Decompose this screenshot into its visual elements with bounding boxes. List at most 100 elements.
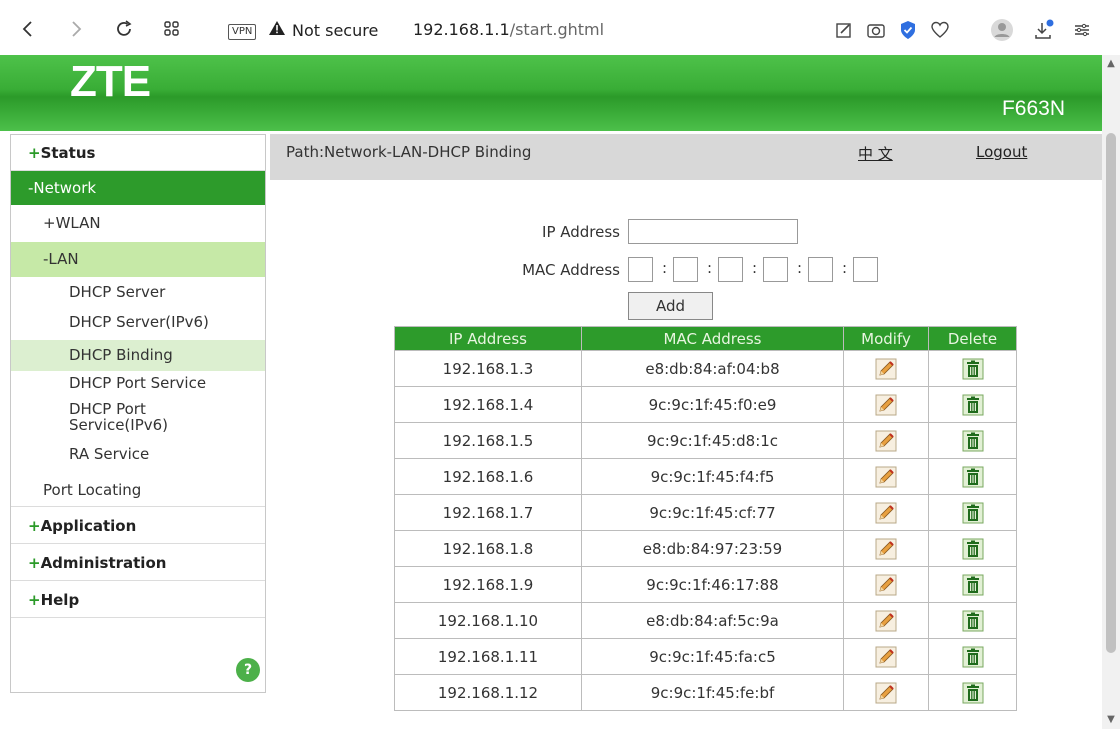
download-icon[interactable]	[1030, 16, 1058, 44]
trash-icon[interactable]	[962, 682, 984, 704]
add-button[interactable]: Add	[628, 292, 713, 320]
ip-cell: 192.168.1.5	[394, 422, 582, 459]
ip-cell: 192.168.1.6	[394, 458, 582, 495]
ip-cell: 192.168.1.8	[394, 530, 582, 567]
ip-address-input[interactable]	[628, 219, 798, 244]
mac-separator: :	[707, 259, 713, 277]
table-row: 192.168.1.12 9c:9c:1f:45:fe:bf	[394, 674, 1017, 711]
modify-cell	[843, 566, 929, 603]
trash-icon[interactable]	[962, 574, 984, 596]
breadcrumb: Path:Network-LAN-DHCP Binding	[286, 143, 532, 161]
sidebar-item-port-locating[interactable]: Port Locating	[11, 473, 265, 507]
delete-cell	[928, 386, 1017, 423]
profile-avatar-icon[interactable]	[988, 16, 1016, 44]
zte-logo: ZTE	[70, 57, 151, 106]
ip-cell: 192.168.1.11	[394, 638, 582, 675]
sidebar-item-dhcp-server-ipv6[interactable]: DHCP Server(IPv6)	[11, 308, 265, 339]
table-header-row: IP Address MAC Address Modify Delete	[394, 326, 1017, 351]
vpn-badge[interactable]: VPN	[228, 24, 257, 40]
sidebar-item-lan[interactable]: -LAN	[11, 242, 265, 277]
scroll-thumb[interactable]	[1106, 133, 1116, 653]
sidebar-item-label: Administration	[40, 554, 167, 572]
mac-cell: e8:db:84:af:04:b8	[581, 350, 844, 387]
mac-octet-6-input[interactable]	[853, 257, 878, 282]
edit-pencil-icon[interactable]	[875, 610, 897, 632]
sidebar-item-dhcp-port-service[interactable]: DHCP Port Service	[11, 371, 265, 395]
mac-octet-4-input[interactable]	[763, 257, 788, 282]
edit-pencil-icon[interactable]	[875, 646, 897, 668]
tabs-grid-icon[interactable]	[158, 14, 186, 44]
mac-cell: 9c:9c:1f:45:f4:f5	[581, 458, 844, 495]
trash-icon[interactable]	[962, 394, 984, 416]
table-row: 192.168.1.10 e8:db:84:af:5c:9a	[394, 602, 1017, 639]
zte-header-banner: ZTE F663N	[0, 55, 1102, 131]
sidebar-item-administration[interactable]: +Administration	[11, 545, 265, 581]
ip-cell: 192.168.1.7	[394, 494, 582, 531]
mac-octet-5-input[interactable]	[808, 257, 833, 282]
sidebar-item-dhcp-port-service-ipv6[interactable]: DHCP Port Service(IPv6)	[11, 397, 265, 437]
sidebar-item-label: Status	[40, 144, 96, 162]
mac-octet-2-input[interactable]	[673, 257, 698, 282]
scroll-up-icon[interactable]: ▲	[1102, 55, 1120, 73]
mac-separator: :	[842, 259, 848, 277]
edit-pencil-icon[interactable]	[875, 682, 897, 704]
language-switch-link[interactable]: 中 文	[858, 143, 893, 164]
shield-icon[interactable]	[894, 16, 922, 44]
reload-icon[interactable]	[110, 14, 138, 44]
delete-cell	[928, 458, 1017, 495]
column-header-modify: Modify	[843, 326, 929, 351]
sidebar-item-dhcp-server[interactable]: DHCP Server	[11, 278, 265, 308]
edit-pencil-icon[interactable]	[875, 502, 897, 524]
edit-pencil-icon[interactable]	[875, 358, 897, 380]
sidebar-item-ra-service[interactable]: RA Service	[11, 440, 265, 468]
sidebar-item-network[interactable]: -Network	[11, 171, 265, 205]
mac-cell: 9c:9c:1f:45:fe:bf	[581, 674, 844, 711]
trash-icon[interactable]	[962, 502, 984, 524]
logout-link[interactable]: Logout	[976, 143, 1027, 161]
delete-cell	[928, 530, 1017, 567]
ip-cell: 192.168.1.3	[394, 350, 582, 387]
sidebar-item-application[interactable]: +Application	[11, 508, 265, 544]
scroll-down-icon[interactable]: ▼	[1102, 711, 1120, 729]
mac-octet-3-input[interactable]	[718, 257, 743, 282]
mac-cell: 9c:9c:1f:45:cf:77	[581, 494, 844, 531]
trash-icon[interactable]	[962, 430, 984, 452]
trash-icon[interactable]	[962, 610, 984, 632]
heart-icon[interactable]	[926, 16, 954, 44]
delete-cell	[928, 422, 1017, 459]
delete-cell	[928, 674, 1017, 711]
edit-pencil-icon[interactable]	[875, 430, 897, 452]
ip-cell: 192.168.1.12	[394, 674, 582, 711]
breadcrumb-bar: Path:Network-LAN-DHCP Binding 中 文 Logout	[270, 134, 1102, 180]
modify-cell	[843, 350, 929, 387]
sidebar-item-wlan[interactable]: +WLAN	[11, 205, 265, 241]
mac-cell: 9c:9c:1f:46:17:88	[581, 566, 844, 603]
help-question-icon[interactable]: ?	[236, 658, 260, 682]
edit-pencil-icon[interactable]	[875, 574, 897, 596]
edit-icon[interactable]	[830, 16, 858, 44]
page-scrollbar[interactable]: ▲ ▼	[1102, 55, 1120, 729]
security-warning[interactable]: Not secure	[268, 20, 378, 40]
table-row: 192.168.1.5 9c:9c:1f:45:d8:1c	[394, 422, 1017, 459]
trash-icon[interactable]	[962, 358, 984, 380]
trash-icon[interactable]	[962, 466, 984, 488]
sidebar-item-help[interactable]: +Help	[11, 582, 265, 618]
ip-cell: 192.168.1.9	[394, 566, 582, 603]
forward-icon[interactable]	[62, 14, 90, 44]
mac-cell: e8:db:84:97:23:59	[581, 530, 844, 567]
mac-octet-1-input[interactable]	[628, 257, 653, 282]
back-icon[interactable]	[14, 14, 42, 44]
sidebar-item-label: Help	[40, 591, 80, 609]
address-bar[interactable]: 192.168.1.1/start.ghtml	[413, 20, 604, 39]
mac-separator: :	[752, 259, 758, 277]
settings-sliders-icon[interactable]	[1068, 16, 1096, 44]
device-model: F663N	[1001, 97, 1065, 120]
trash-icon[interactable]	[962, 538, 984, 560]
camera-icon[interactable]	[862, 16, 890, 44]
sidebar-item-dhcp-binding[interactable]: DHCP Binding	[11, 340, 265, 371]
edit-pencil-icon[interactable]	[875, 394, 897, 416]
edit-pencil-icon[interactable]	[875, 538, 897, 560]
trash-icon[interactable]	[962, 646, 984, 668]
sidebar-item-status[interactable]: +Status	[11, 135, 265, 171]
edit-pencil-icon[interactable]	[875, 466, 897, 488]
